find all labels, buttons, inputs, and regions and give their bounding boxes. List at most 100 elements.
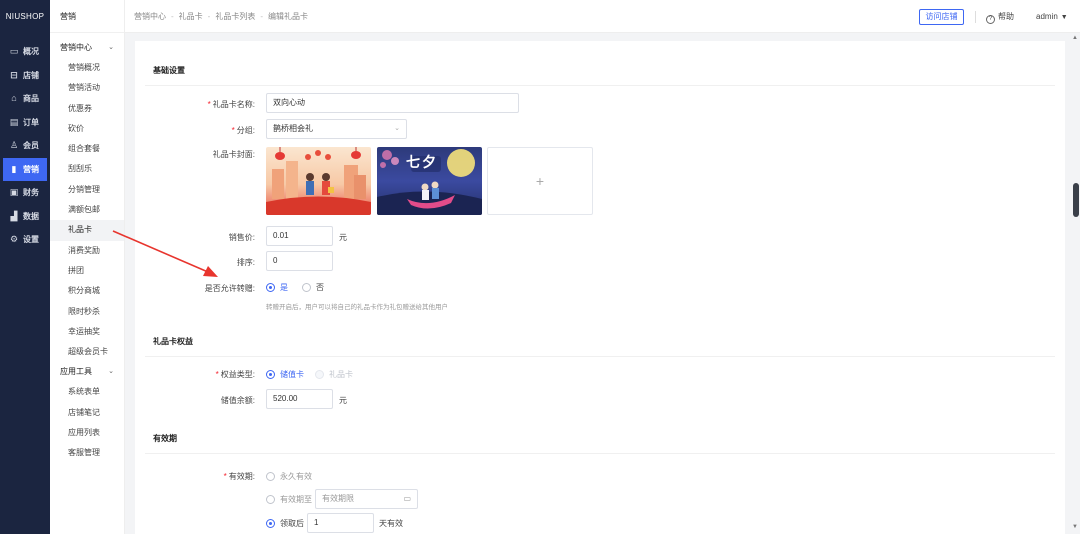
nav-item-label: 订单 (23, 117, 39, 127)
cover-label: 礼品卡封面: (212, 150, 255, 159)
transfer-no-radio[interactable]: 否 (302, 282, 324, 293)
nav-item-marketing[interactable]: ▮ 营销 (3, 157, 47, 181)
validity-after-radio[interactable]: 领取后 (266, 518, 304, 529)
help-label: 帮助 (998, 12, 1014, 21)
cover-image-2[interactable]: 七夕 (377, 147, 482, 215)
group-label: * 分组: (231, 126, 255, 135)
sub-nav-item[interactable]: 营销概况 (50, 58, 124, 78)
main-sidebar: NIUSHOP ▭ 概况 ⊟ 店铺 ⌂ 商品 ▤ 订单 ♙ 会员 ▮ 营销 ▣ 财务 ▟ 数据 ⚙ 设置 (0, 0, 50, 534)
edit-form-panel: 基础设置 *礼品卡名称: 双向心动 *分组: 鹊桥相会礼 ⌄ 礼品卡封面: (135, 41, 1065, 534)
marketing-icon: ▮ (11, 163, 17, 174)
validity-days-input[interactable]: 1 (307, 513, 374, 533)
help-link[interactable]: ? 帮助 (986, 0, 1014, 33)
visit-store-button[interactable]: 访问店铺 (919, 9, 964, 25)
sub-nav-item[interactable]: 消费奖励 (50, 241, 124, 261)
nav-item-label: 营销 (23, 164, 39, 174)
user-menu[interactable]: admin ▼ (1036, 0, 1068, 34)
sub-nav-item[interactable]: 客服管理 (50, 443, 124, 463)
balance-input[interactable]: 520.00 (266, 389, 333, 409)
breadcrumb-item[interactable]: 营销中心 (134, 12, 166, 21)
divider (145, 85, 1055, 86)
sub-nav-item[interactable]: 店铺笔记 (50, 403, 124, 423)
cover-title: 七夕 (406, 154, 438, 170)
monitor-icon: ▭ (9, 46, 19, 57)
sub-nav-item[interactable]: 系统表单 (50, 382, 124, 402)
radio-dot (266, 283, 275, 292)
member-icon: ♙ (9, 140, 19, 151)
marketing-items: 营销概况 营销活动 优惠券 砍价 组合套餐 刮刮乐 分销管理 满额包邮 礼品卡 消费奖励 拼团 积分商… (50, 58, 124, 362)
sub-nav-item[interactable]: 积分商城 (50, 281, 124, 301)
radio-dot (302, 283, 311, 292)
secondary-sidebar: 营销 营销中心 ⌄ 营销概况 营销活动 优惠券 砍价 组合套餐 刮刮乐 分销管理 满额包邮 礼品… (50, 0, 125, 534)
balance-label: 储值余额: (220, 396, 255, 405)
nav-item-label: 概况 (23, 47, 39, 57)
rights-stored-radio[interactable]: 储值卡 (266, 369, 304, 380)
group-select-value: 鹊桥相会礼 (273, 124, 313, 133)
balance-unit: 元 (339, 396, 347, 405)
radio-dot (266, 370, 275, 379)
sub-nav-item[interactable]: 砍价 (50, 119, 124, 139)
data-icon: ▟ (10, 210, 18, 221)
sort-input[interactable]: 0 (266, 251, 333, 271)
sub-nav-item[interactable]: 礼品卡 (50, 220, 124, 241)
sub-nav-item[interactable]: 分销管理 (50, 180, 124, 200)
scroll-up-icon[interactable]: ▲ (1072, 35, 1078, 41)
validity-until-radio[interactable]: 有效期至 (266, 494, 312, 505)
top-header: 营销中心 - 礼品卡 - 礼品卡列表 - 编辑礼品卡 访问店铺 ? 帮助 admin ▼ (125, 0, 1080, 33)
price-input[interactable]: 0.01 (266, 226, 333, 246)
nav-item-label: 财务 (23, 188, 39, 198)
sub-nav-item[interactable]: 满额包邮 (50, 200, 124, 220)
sub-nav-item[interactable]: 限时秒杀 (50, 302, 124, 322)
validity-date-input[interactable]: 有效期限 ▭ (315, 489, 418, 509)
nav-item-label: 店铺 (23, 70, 39, 80)
order-icon: ▤ (9, 116, 19, 127)
chevron-down-icon: ⌄ (108, 44, 114, 51)
main-nav-list: ▭ 概况 ⊟ 店铺 ⌂ 商品 ▤ 订单 ♙ 会员 ▮ 营销 ▣ 财务 ▟ 数据 ⚙ 设置 (0, 40, 50, 252)
sub-nav-item[interactable]: 优惠券 (50, 99, 124, 119)
price-label: 销售价: (228, 233, 255, 242)
nav-item-store[interactable]: ⊟ 店铺 (0, 64, 50, 88)
group-label: 应用工具 (60, 367, 92, 377)
transfer-yes-radio[interactable]: 是 (266, 282, 288, 293)
sub-nav-item[interactable]: 应用列表 (50, 423, 124, 443)
group-label: 营销中心 (60, 43, 92, 52)
chevron-down-icon: ⌄ (108, 368, 114, 376)
cover-upload-button[interactable]: + (487, 147, 593, 215)
sub-nav-item[interactable]: 拼团 (50, 261, 124, 281)
nav-item-data[interactable]: ▟ 数据 (0, 205, 50, 229)
group-app-tools[interactable]: 应用工具 ⌄ (50, 362, 124, 382)
group-marketing-center[interactable]: 营销中心 ⌄ (50, 38, 124, 58)
section-title-basic: 基础设置 (153, 66, 185, 75)
store-icon: ⊟ (10, 69, 18, 80)
nav-item-monitor[interactable]: ▭ 概况 (0, 40, 50, 64)
name-input[interactable]: 双向心动 (266, 93, 519, 113)
sub-nav-item[interactable]: 超级会员卡 (50, 342, 124, 362)
chevron-down-icon: ⌄ (394, 125, 400, 132)
validity-date-placeholder: 有效期限 (322, 494, 354, 503)
breadcrumb-item[interactable]: 礼品卡 (179, 12, 203, 21)
sub-nav-item[interactable]: 幸运抽奖 (50, 322, 124, 342)
sub-nav-item[interactable]: 组合套餐 (50, 139, 124, 159)
nav-item-order[interactable]: ▤ 订单 (0, 111, 50, 135)
scroll-down-icon[interactable]: ▼ (1072, 524, 1078, 530)
nav-item-goods[interactable]: ⌂ 商品 (0, 87, 50, 111)
nav-item-settings[interactable]: ⚙ 设置 (0, 228, 50, 252)
rights-type-label: * 权益类型: (215, 370, 255, 379)
breadcrumb-current: 编辑礼品卡 (268, 12, 309, 21)
group-select[interactable]: 鹊桥相会礼 ⌄ (266, 119, 407, 139)
sub-nav-item[interactable]: 营销活动 (50, 78, 124, 98)
cover-image-1[interactable] (266, 147, 371, 215)
validity-forever-radio[interactable]: 永久有效 (266, 471, 312, 482)
tool-items: 系统表单 店铺笔记 应用列表 客服管理 (50, 382, 124, 463)
sub-sidebar-title: 营销 (50, 0, 124, 33)
breadcrumb-item[interactable]: 礼品卡列表 (215, 12, 255, 21)
sub-nav-item[interactable]: 刮刮乐 (50, 159, 124, 179)
section-title-rights: 礼品卡权益 (153, 337, 193, 346)
page-scrollbar[interactable] (1073, 183, 1079, 217)
plus-icon: + (535, 173, 545, 189)
nav-item-finance[interactable]: ▣ 财务 (0, 181, 50, 205)
name-label: * 礼品卡名称: (207, 100, 255, 109)
user-name: admin (1036, 12, 1058, 21)
goods-icon: ⌂ (11, 93, 17, 104)
nav-item-member[interactable]: ♙ 会员 (0, 134, 50, 158)
